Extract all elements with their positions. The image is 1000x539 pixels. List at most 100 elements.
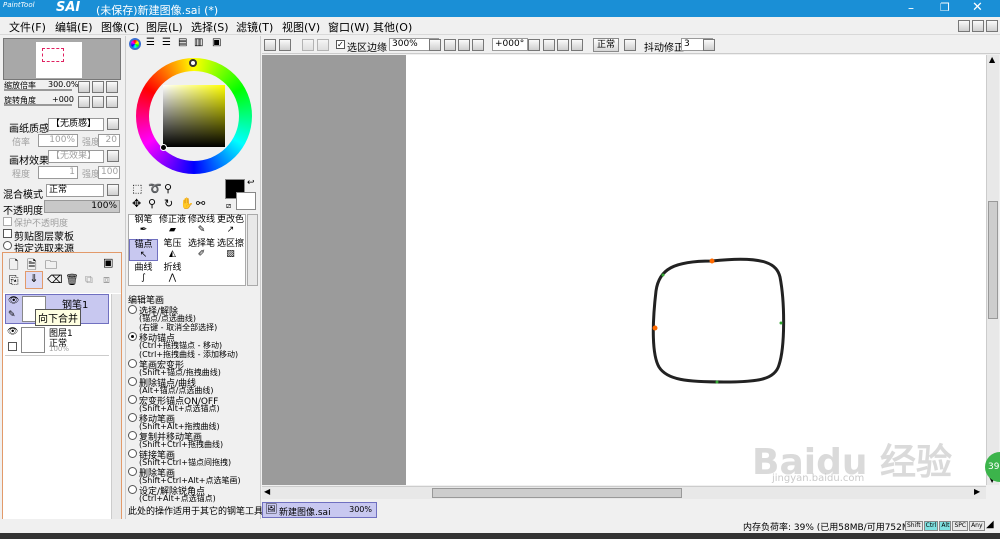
clipping-mask-checkbox[interactable]	[3, 229, 12, 238]
edit-option-radio[interactable]	[128, 431, 137, 440]
tool-pen[interactable]: 钢笔 ✒	[129, 215, 158, 237]
transparent-color-icon[interactable]: ⧄	[226, 201, 231, 211]
anchor-point[interactable]	[715, 380, 719, 384]
transfer-down-icon[interactable]: ⎘	[9, 273, 19, 288]
menu-view[interactable]: 视图(V)	[282, 19, 320, 35]
zoom-icon[interactable]: ⚲	[148, 197, 156, 210]
sv-handle[interactable]	[160, 144, 167, 151]
tool-grid-scrollbar[interactable]	[247, 214, 258, 286]
maximize-icon[interactable]: ❐	[940, 1, 950, 14]
edit-option-radio[interactable]	[128, 305, 137, 314]
secondary-color-swatch[interactable]	[236, 192, 256, 210]
paper-strength-field[interactable]: 20	[98, 134, 120, 147]
zoom-in-button[interactable]	[92, 81, 104, 93]
tool-select-eraser[interactable]: 选区擦 ▨	[216, 239, 245, 261]
close-icon[interactable]: ✕	[972, 0, 983, 15]
brush-effect-dropdown[interactable]	[107, 150, 119, 162]
edit-option-radio[interactable]	[128, 332, 137, 341]
zoom-out-button[interactable]	[78, 81, 90, 93]
vertical-scroll-thumb[interactable]	[988, 201, 998, 319]
blend-mode-select[interactable]: 正常	[46, 184, 104, 197]
merge-all-icon[interactable]: ⧈	[103, 273, 110, 287]
document-tab[interactable]: 🖼 新建图像.sai 300%	[262, 502, 377, 518]
delete-layer-icon[interactable]: 🗑	[65, 273, 79, 286]
navigator-preview[interactable]	[3, 38, 121, 80]
scratchpad-tab-icon[interactable]: ▥	[194, 37, 203, 48]
anchor-point[interactable]	[709, 258, 715, 264]
edit-option-radio[interactable]	[128, 467, 137, 476]
rotate-ccw-button[interactable]	[543, 39, 555, 51]
doc-minimize-button[interactable]	[958, 20, 970, 32]
anchor-point[interactable]	[652, 325, 658, 331]
tool-pressure[interactable]: 笔压 ◭	[158, 239, 187, 261]
edit-option-radio[interactable]	[128, 413, 137, 422]
menu-image[interactable]: 图像(C)	[101, 19, 139, 35]
clear-layer-icon[interactable]: ⌫	[47, 273, 63, 286]
angle-field[interactable]: +000°	[492, 38, 528, 51]
angle-slider[interactable]	[4, 104, 72, 106]
rotate-icon[interactable]: ↻	[164, 197, 173, 210]
edit-option-radio[interactable]	[128, 485, 137, 494]
layer-row-layer1[interactable]: 👁 图层1 正常 100%	[5, 326, 109, 356]
tool-select-pen[interactable]: 选择笔 ✐	[187, 239, 216, 261]
menu-other[interactable]: 其他(O)	[373, 19, 412, 35]
merge-down-icon[interactable]: ⇓	[25, 271, 43, 289]
lasso-icon[interactable]: ➰	[148, 182, 162, 195]
rotate-right-button[interactable]	[92, 96, 104, 108]
rgb-slider-tab-icon[interactable]: ☰	[146, 37, 155, 48]
invert-selection-button[interactable]	[317, 39, 329, 51]
angle-dropdown[interactable]	[528, 39, 540, 51]
hue-handle[interactable]	[189, 59, 197, 67]
layer-menu-icon[interactable]: ▣	[103, 256, 113, 269]
swatch-tab-icon[interactable]: ▤	[178, 37, 187, 48]
menu-filter[interactable]: 滤镜(T)	[236, 19, 273, 35]
pen-stroke[interactable]	[651, 257, 786, 384]
rect-select-icon[interactable]: ⬚	[132, 182, 142, 195]
horizontal-scroll-thumb[interactable]	[432, 488, 682, 498]
effect-width-field[interactable]: 1	[38, 166, 78, 179]
lock-checkbox[interactable]	[8, 342, 17, 351]
swap-colors-icon[interactable]: ↩	[247, 178, 255, 188]
doc-close-button[interactable]	[986, 20, 998, 32]
canvas-vertical-scrollbar[interactable]: ▲ ▼	[986, 55, 999, 485]
hand-icon[interactable]: ✋	[180, 197, 194, 210]
tool-change-color[interactable]: 更改色 ↗	[216, 215, 245, 237]
edit-option-radio[interactable]	[128, 449, 137, 458]
anchor-point[interactable]	[779, 321, 783, 325]
zoom-dropdown[interactable]	[429, 39, 441, 51]
edit-option-radio[interactable]	[128, 395, 137, 404]
menu-select[interactable]: 选择(S)	[191, 19, 229, 35]
layer-scrollbar[interactable]	[111, 294, 121, 519]
zoom-out-toolbar-button[interactable]	[444, 39, 456, 51]
stabilizer-dropdown[interactable]	[703, 39, 715, 51]
edit-option-radio[interactable]	[128, 377, 137, 386]
paper-texture-dropdown[interactable]	[107, 118, 119, 130]
visibility-eye-icon[interactable]: 👁	[7, 327, 18, 337]
tool-polyline[interactable]: 折线 ⋀	[158, 263, 187, 285]
menu-layer[interactable]: 图层(L)	[146, 19, 183, 35]
protect-opacity-checkbox[interactable]	[3, 217, 12, 226]
selection-source-radio[interactable]	[3, 241, 12, 250]
magic-wand-icon[interactable]: ⚲	[164, 182, 172, 195]
opacity-slider[interactable]: 100%	[44, 200, 120, 213]
visibility-eye-icon[interactable]: 👁	[8, 296, 19, 306]
view-mode-button[interactable]: 正常	[593, 38, 619, 52]
brush-effect-select[interactable]: 【无效果】	[48, 150, 104, 163]
paper-texture-select[interactable]: 【无质感】	[48, 118, 104, 131]
rotate-reset-toolbar-button[interactable]	[571, 39, 583, 51]
doc-restore-button[interactable]	[972, 20, 984, 32]
anchor-point[interactable]	[661, 273, 665, 277]
rotate-reset-button[interactable]	[106, 96, 118, 108]
zoom-in-toolbar-button[interactable]	[458, 39, 470, 51]
deselect-button[interactable]	[302, 39, 314, 51]
menu-window[interactable]: 窗口(W)	[328, 19, 369, 35]
undo-button[interactable]	[264, 39, 276, 51]
zoom-reset-button[interactable]	[106, 81, 118, 93]
canvas-viewport[interactable]: Baidu 经验 jingyan.baidu.com	[262, 55, 986, 485]
color-wheel[interactable]	[136, 58, 252, 174]
move-icon[interactable]: ✥	[132, 197, 141, 210]
redo-button[interactable]	[279, 39, 291, 51]
eyedropper-icon[interactable]: ⚯	[196, 197, 205, 210]
tool-anchor[interactable]: 锚点 ↖	[129, 239, 158, 261]
tool-curve[interactable]: 曲线 ∫	[129, 263, 158, 285]
